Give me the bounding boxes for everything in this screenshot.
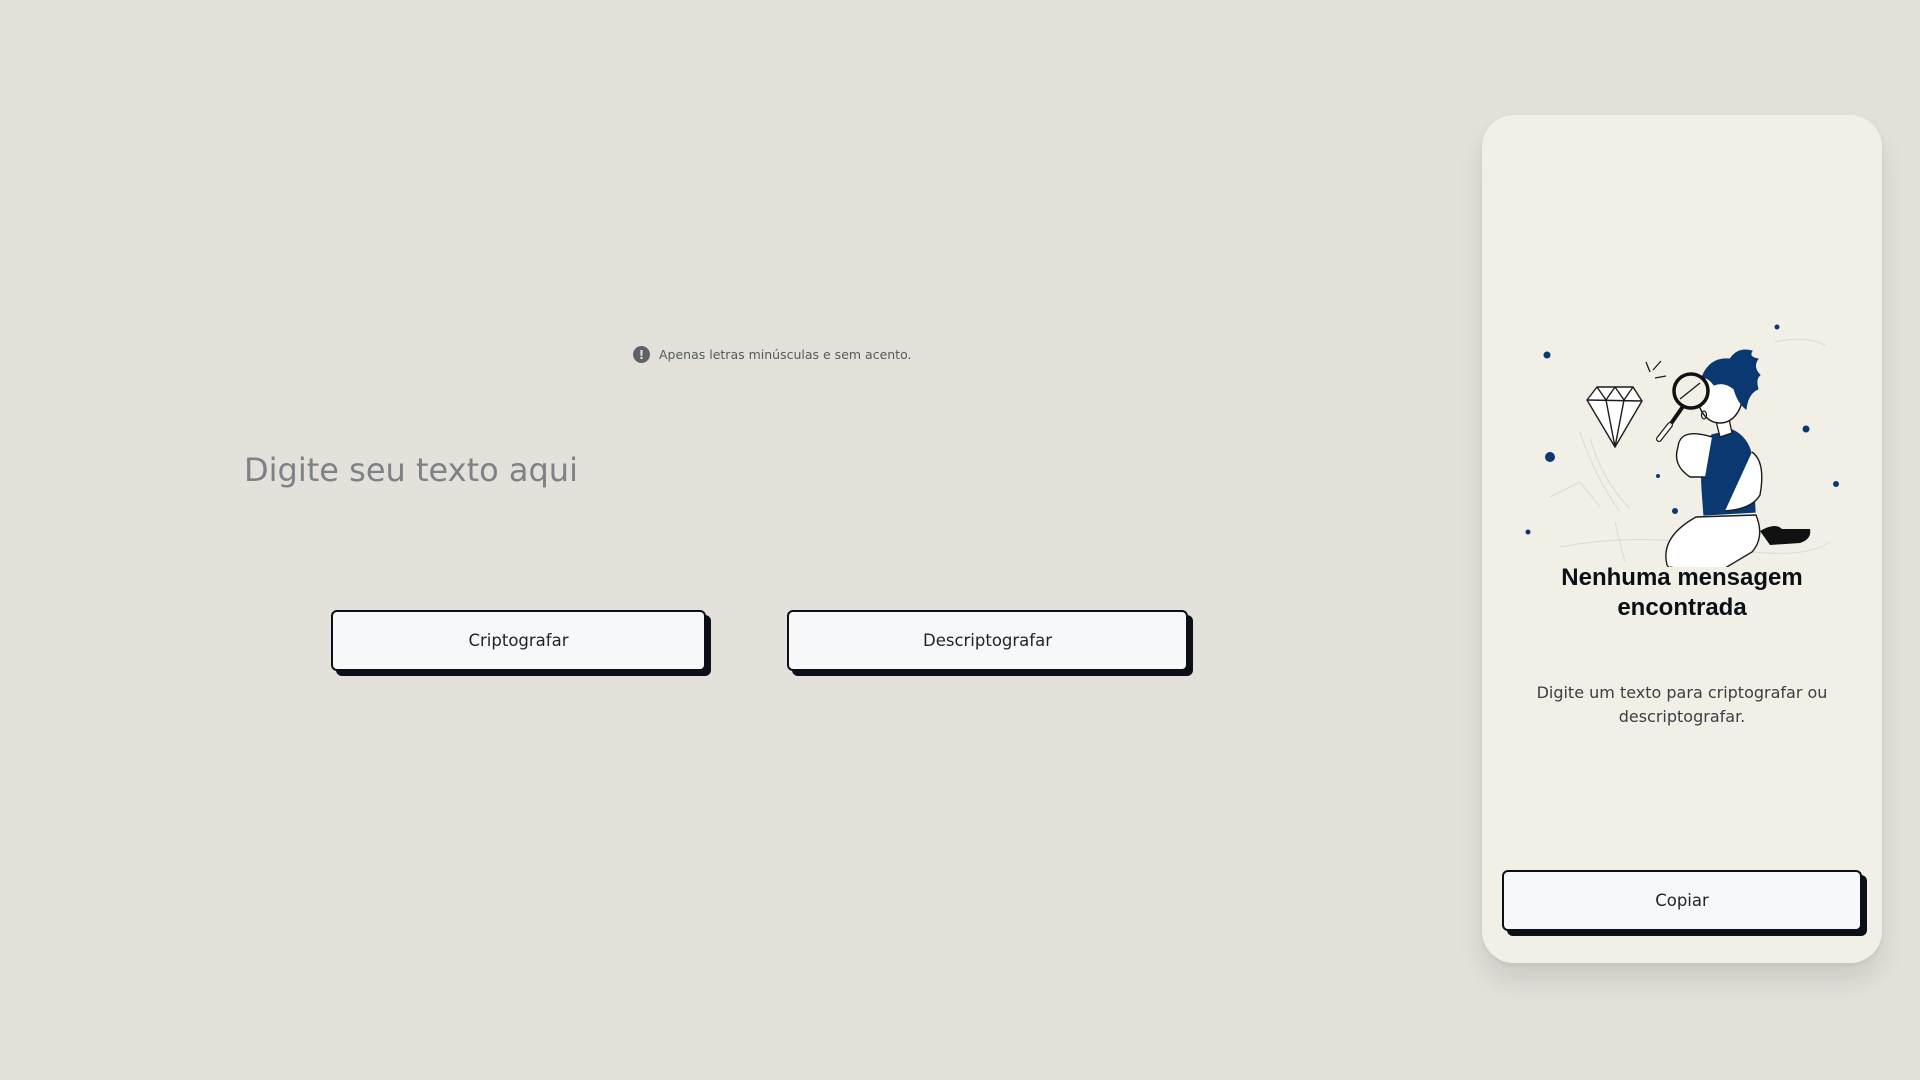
exclamation-icon: ! — [633, 346, 650, 363]
panel-title: Nenhuma mensagem encontrada — [1561, 564, 1803, 621]
encrypt-button[interactable]: Criptografar — [331, 610, 706, 671]
panel-description: Digite um texto para criptografar ou des… — [1536, 683, 1828, 726]
copy-button[interactable]: Copiar — [1502, 870, 1862, 931]
decrypt-button[interactable]: Descriptografar — [787, 610, 1188, 671]
info-note: ! Apenas letras minúsculas e sem acento. — [633, 346, 911, 363]
person-magnifying-glass-diamond-illustration — [1525, 324, 1839, 567]
text-input[interactable] — [240, 440, 1340, 540]
info-text: Apenas letras minúsculas e sem acento. — [659, 347, 912, 362]
output-panel: Nenhuma mensagem encontrada Digite um te… — [1482, 115, 1882, 963]
page: ! Apenas letras minúsculas e sem acento.… — [0, 0, 1920, 1080]
